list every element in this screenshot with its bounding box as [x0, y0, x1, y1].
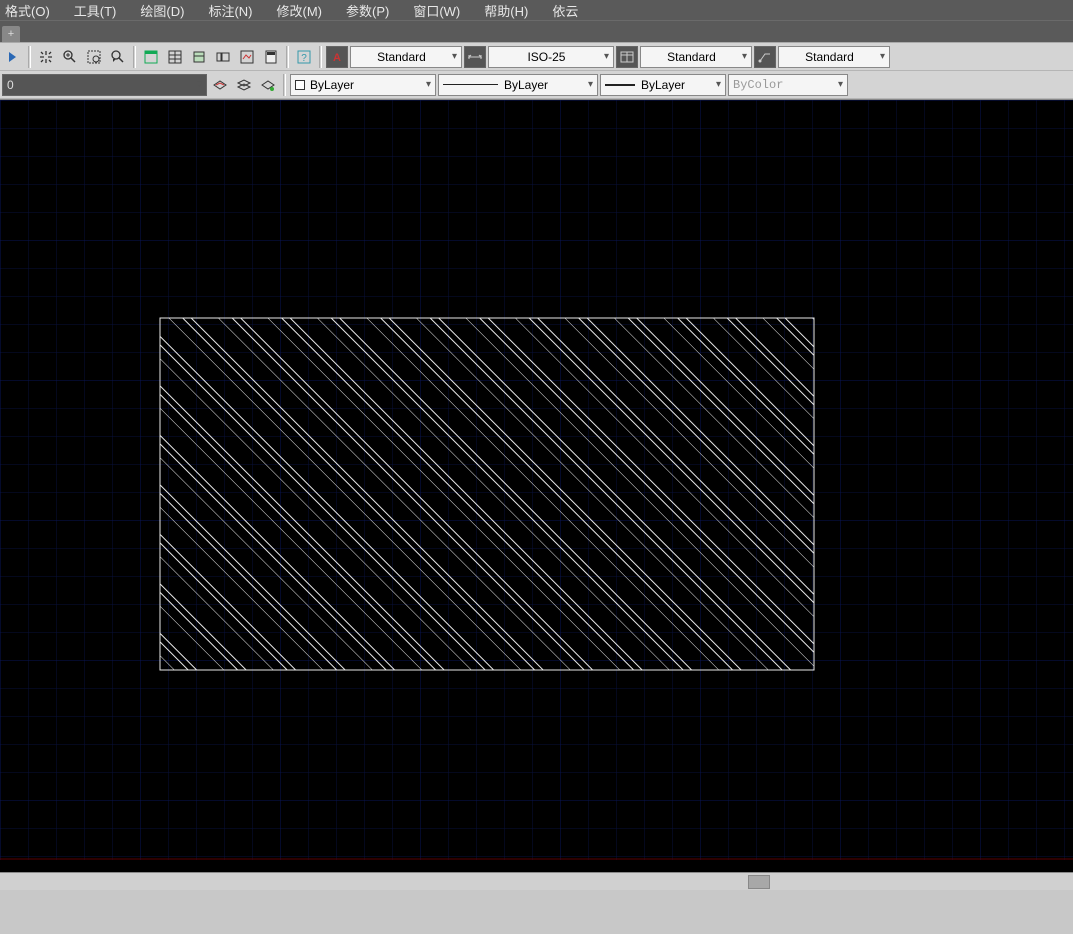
- mleader-style-dropdown[interactable]: Standard ▾: [778, 46, 890, 68]
- chevron-down-icon: ▾: [876, 51, 885, 62]
- hscroll-thumb[interactable]: [748, 875, 770, 889]
- help-icon[interactable]: ?: [293, 46, 315, 68]
- menu-window[interactable]: 窗口(W): [413, 1, 460, 20]
- plotstyle-dropdown[interactable]: ByColor ▾: [728, 74, 848, 96]
- toolbar-row-2: 0 ▾ ByLayer ▾ ByLayer ▾ ByLayer ▾: [0, 71, 1073, 99]
- layer-label: 0: [7, 78, 193, 92]
- toolbar-separator: [133, 46, 136, 68]
- svg-text:A: A: [333, 52, 341, 64]
- menu-kayun[interactable]: 依云: [552, 1, 578, 20]
- table-style-label: Standard: [645, 50, 738, 64]
- menu-tools[interactable]: 工具(T): [74, 1, 117, 20]
- color-label: ByLayer: [310, 78, 422, 92]
- chevron-down-icon: ▾: [448, 51, 457, 62]
- toolbar-separator: [286, 46, 289, 68]
- canvas-svg: [0, 100, 1073, 872]
- horizontal-scrollbar[interactable]: [0, 872, 1073, 890]
- toolbars: ? A Standard ▾ ISO-25 ▾ Standard ▾ Sta: [0, 42, 1073, 100]
- flyout-arrow-button[interactable]: [2, 46, 24, 68]
- menu-bar: 格式(O) 工具(T) 绘图(D) 标注(N) 修改(M) 参数(P) 窗口(W…: [0, 0, 1073, 20]
- status-area: [0, 890, 1073, 934]
- color-swatch-icon: [295, 80, 305, 90]
- tool-palettes-icon[interactable]: [188, 46, 210, 68]
- toolbar-separator: [319, 46, 322, 68]
- menu-dim[interactable]: 标注(N): [208, 1, 252, 20]
- sheetset-icon[interactable]: [164, 46, 186, 68]
- file-tab-bar: +: [0, 20, 1073, 42]
- menu-param[interactable]: 参数(P): [346, 1, 389, 20]
- text-style-a-icon[interactable]: A: [326, 46, 348, 68]
- drawing-canvas[interactable]: [0, 100, 1073, 872]
- properties-icon[interactable]: [140, 46, 162, 68]
- linetype-label: ByLayer: [504, 78, 584, 92]
- toolbar-separator: [283, 74, 286, 96]
- markup-icon[interactable]: [236, 46, 258, 68]
- dim-style-label: ISO-25: [493, 50, 600, 64]
- menu-help[interactable]: 帮助(H): [484, 1, 528, 20]
- chevron-down-icon: ▾: [834, 79, 843, 90]
- chevron-down-icon: ▾: [193, 79, 202, 90]
- quickcalc-icon[interactable]: [260, 46, 282, 68]
- svg-text:?: ?: [301, 53, 307, 64]
- table-style-icon[interactable]: [616, 46, 638, 68]
- linetype-preview-icon: [443, 84, 498, 85]
- linetype-dropdown[interactable]: ByLayer ▾: [438, 74, 598, 96]
- chevron-down-icon: ▾: [600, 51, 609, 62]
- toolbar-row-1: ? A Standard ▾ ISO-25 ▾ Standard ▾ Sta: [0, 43, 1073, 71]
- mleader-style-icon[interactable]: [754, 46, 776, 68]
- plotstyle-label: ByColor: [733, 78, 834, 92]
- text-style-label: Standard: [355, 50, 448, 64]
- chevron-down-icon: ▾: [712, 79, 721, 90]
- text-style-dropdown[interactable]: Standard ▾: [350, 46, 462, 68]
- new-tab-button[interactable]: +: [2, 26, 20, 42]
- lineweight-preview-icon: [605, 84, 635, 86]
- menu-draw[interactable]: 绘图(D): [140, 1, 184, 20]
- chevron-down-icon: ▾: [422, 79, 431, 90]
- menu-modify[interactable]: 修改(M): [276, 1, 322, 20]
- pan-icon[interactable]: [35, 46, 57, 68]
- layer-states-icon[interactable]: [233, 74, 255, 96]
- menu-format[interactable]: 格式(O): [5, 1, 50, 20]
- mleader-style-label: Standard: [783, 50, 876, 64]
- color-dropdown[interactable]: ByLayer ▾: [290, 74, 436, 96]
- lineweight-label: ByLayer: [641, 78, 712, 92]
- zoom-previous-icon[interactable]: [107, 46, 129, 68]
- toolbar-separator: [28, 46, 31, 68]
- dim-style-dropdown[interactable]: ISO-25 ▾: [488, 46, 614, 68]
- layer-isolate-icon[interactable]: [257, 74, 279, 96]
- zoom-realtime-icon[interactable]: [59, 46, 81, 68]
- design-center-icon[interactable]: [212, 46, 234, 68]
- chevron-down-icon: ▾: [738, 51, 747, 62]
- table-style-dropdown[interactable]: Standard ▾: [640, 46, 752, 68]
- lineweight-dropdown[interactable]: ByLayer ▾: [600, 74, 726, 96]
- dim-style-icon[interactable]: [464, 46, 486, 68]
- hatch-rectangle[interactable]: [160, 318, 814, 670]
- chevron-down-icon: ▾: [584, 79, 593, 90]
- layer-previous-icon[interactable]: [209, 74, 231, 96]
- zoom-window-icon[interactable]: [83, 46, 105, 68]
- layer-dropdown[interactable]: 0 ▾: [2, 74, 207, 96]
